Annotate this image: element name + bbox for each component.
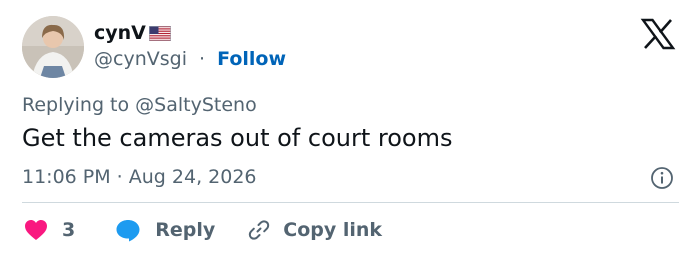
x-logo-icon[interactable] xyxy=(640,18,676,50)
link-icon xyxy=(249,220,270,240)
replying-to: Replying to @SaltySteno xyxy=(22,94,257,116)
avatar-photo xyxy=(22,16,84,78)
separator-dot: · xyxy=(199,48,206,70)
copy-link-button[interactable]: Copy link xyxy=(247,218,382,242)
tweet-text: Get the cameras out of court rooms xyxy=(22,124,453,152)
like-button[interactable]: 3 xyxy=(24,219,75,241)
replying-to-handle[interactable]: @SaltySteno xyxy=(135,94,257,116)
replying-prefix: Replying to xyxy=(22,94,136,116)
action-bar: 3 Reply Copy link xyxy=(24,216,382,244)
copy-link-label: Copy link xyxy=(283,219,383,241)
heart-icon xyxy=(25,220,47,240)
author-handle[interactable]: @cynVsgi xyxy=(94,48,187,70)
author-name-row[interactable]: cynV xyxy=(94,22,171,44)
info-icon[interactable] xyxy=(650,166,674,190)
reply-label: Reply xyxy=(155,219,216,241)
divider xyxy=(22,202,679,203)
author-display-name[interactable]: cynV xyxy=(94,22,146,44)
tweet-timestamp[interactable]: 11:06 PM · Aug 24, 2026 xyxy=(22,166,257,188)
like-count: 3 xyxy=(62,219,76,241)
reply-bubble-icon xyxy=(116,220,140,242)
us-flag-icon xyxy=(148,26,171,41)
avatar[interactable] xyxy=(22,16,84,78)
reply-button[interactable]: Reply xyxy=(115,218,215,242)
author-handle-row: @cynVsgi · Follow xyxy=(94,48,286,70)
follow-button[interactable]: Follow xyxy=(217,48,286,70)
tweet-embed: cynV @cynVsgi · Follow Replying to @Salt… xyxy=(0,0,700,256)
